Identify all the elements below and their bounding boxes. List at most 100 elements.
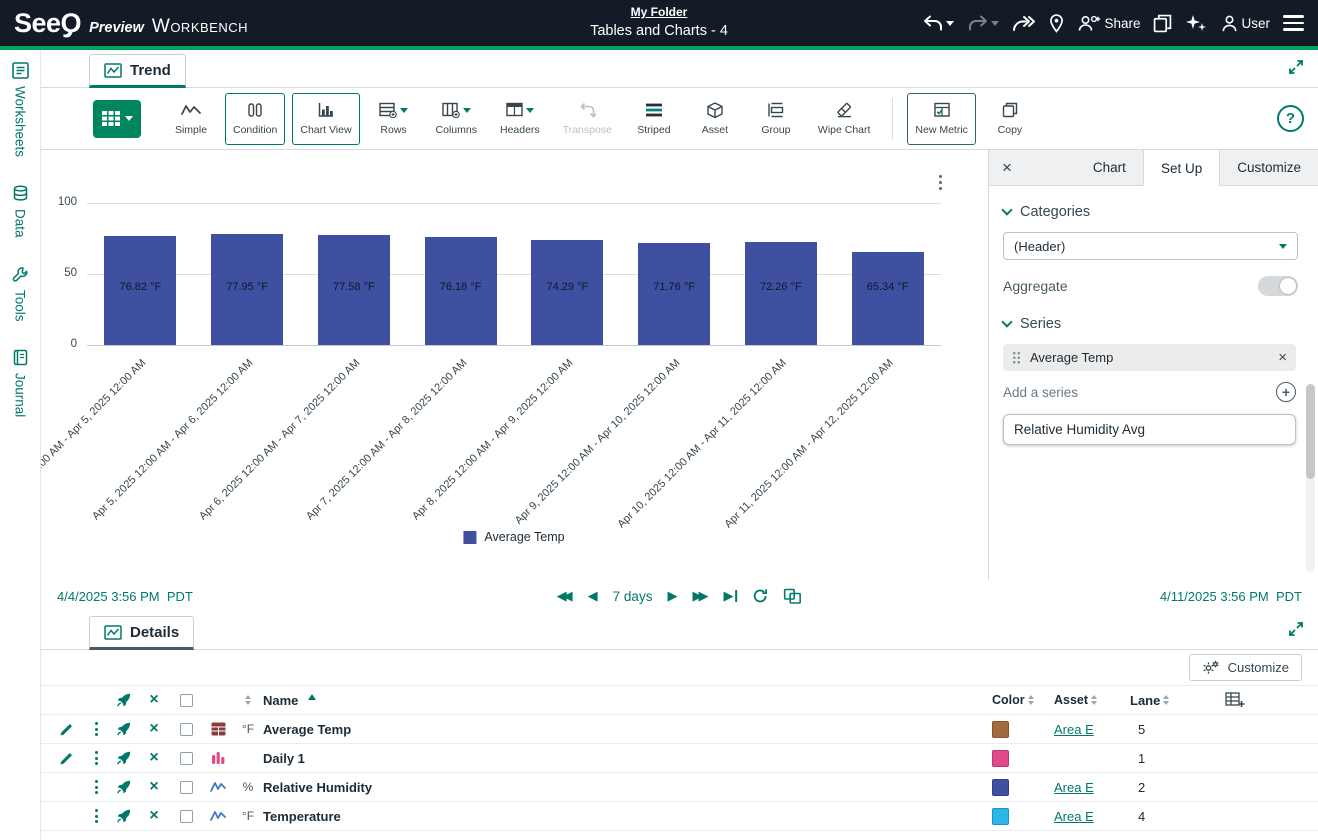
- breadcrumb[interactable]: My Folder: [631, 5, 688, 19]
- select-all-checkbox[interactable]: [169, 694, 203, 707]
- tab-set-up[interactable]: Set Up: [1143, 150, 1220, 186]
- header-select[interactable]: (Header): [1003, 232, 1298, 260]
- toolbar-striped-button[interactable]: Striped: [627, 93, 681, 145]
- column-header-color[interactable]: Color: [992, 693, 1054, 707]
- remove-item-button[interactable]: ×: [139, 749, 169, 767]
- series-section-header[interactable]: Series: [1003, 316, 1304, 332]
- ai-assistant-button[interactable]: [1185, 13, 1207, 33]
- toolbar-chart-view-button[interactable]: Chart View: [292, 93, 359, 145]
- rows-dropdown-caret[interactable]: [400, 108, 408, 113]
- tab-trend[interactable]: Trend: [89, 54, 186, 88]
- fast-forward-button[interactable]: [1012, 15, 1036, 32]
- sort-control[interactable]: [233, 695, 263, 705]
- series-item-average-temp[interactable]: Average Temp ×: [1003, 344, 1296, 371]
- tab-chart[interactable]: Chart: [1076, 150, 1143, 185]
- step-forward-button[interactable]: ▶: [667, 588, 677, 604]
- categories-section-header[interactable]: Categories: [1003, 204, 1304, 220]
- sidebar-item-journal[interactable]: Journal: [12, 349, 29, 417]
- toolbar-copy-button[interactable]: Copy: [983, 93, 1037, 145]
- drag-handle-icon[interactable]: [1012, 351, 1021, 364]
- edit-item-button[interactable]: [49, 722, 83, 737]
- share-button[interactable]: Share: [1077, 14, 1140, 32]
- toolbar-columns-button[interactable]: Columns: [428, 93, 485, 145]
- toolbar-asset-button[interactable]: Asset: [688, 93, 742, 145]
- panel-scrollbar[interactable]: [1306, 384, 1315, 572]
- column-header-lane[interactable]: Lane: [1124, 693, 1180, 708]
- toolbar-new-metric-button[interactable]: New Metric: [907, 93, 976, 145]
- table-mode-button[interactable]: [93, 100, 141, 138]
- color-swatch[interactable]: [992, 721, 1009, 738]
- copy-range-button[interactable]: [783, 588, 802, 604]
- sidebar-item-data[interactable]: Data: [12, 185, 29, 238]
- send-all-button[interactable]: [109, 692, 139, 708]
- worksheet-organizer-button[interactable]: [1153, 14, 1172, 33]
- bar-5[interactable]: [638, 243, 710, 345]
- bar-7[interactable]: [852, 252, 924, 345]
- aggregate-toggle[interactable]: [1258, 276, 1298, 296]
- customize-columns-button[interactable]: Customize: [1189, 654, 1302, 681]
- location-button[interactable]: [1049, 14, 1064, 33]
- color-swatch[interactable]: [992, 808, 1009, 825]
- range-start[interactable]: 4/4/2025 3:56 PM PDT: [57, 589, 193, 604]
- remove-series-button[interactable]: ×: [1278, 349, 1287, 366]
- toolbar-simple-button[interactable]: Simple: [164, 93, 218, 145]
- toolbar-rows-button[interactable]: Rows: [367, 93, 421, 145]
- column-header-name[interactable]: Name: [263, 693, 992, 708]
- bar-6[interactable]: [745, 242, 817, 345]
- sidebar-item-tools[interactable]: Tools: [12, 266, 29, 322]
- undo-button[interactable]: [922, 15, 954, 32]
- hamburger-menu-button[interactable]: [1283, 15, 1304, 31]
- step-back-button[interactable]: ◀: [588, 588, 598, 604]
- item-checkbox[interactable]: [169, 810, 203, 823]
- columns-dropdown-caret[interactable]: [463, 108, 471, 113]
- toolbar-headers-button[interactable]: Headers: [492, 93, 548, 145]
- remove-item-button[interactable]: ×: [139, 778, 169, 796]
- sidebar-item-worksheets[interactable]: Worksheets: [12, 62, 29, 157]
- toolbar-group-button[interactable]: Group: [749, 93, 803, 145]
- send-item-button[interactable]: [109, 808, 139, 824]
- remove-item-button[interactable]: ×: [139, 807, 169, 825]
- color-swatch[interactable]: [992, 750, 1009, 767]
- scrollbar-thumb[interactable]: [1306, 384, 1315, 479]
- range-end[interactable]: 4/11/2025 3:56 PM PDT: [1160, 589, 1302, 604]
- item-menu-button[interactable]: [83, 807, 109, 825]
- asset-link[interactable]: Area E: [1054, 780, 1094, 795]
- send-item-button[interactable]: [109, 779, 139, 795]
- remove-all-button[interactable]: ×: [139, 691, 169, 709]
- add-column-button[interactable]: [1180, 692, 1290, 708]
- color-swatch[interactable]: [992, 779, 1009, 796]
- send-item-button[interactable]: [109, 721, 139, 737]
- send-item-button[interactable]: [109, 750, 139, 766]
- range-duration[interactable]: 7 days: [613, 589, 653, 604]
- chart-legend[interactable]: Average Temp: [463, 530, 564, 544]
- toolbar-condition-button[interactable]: Condition: [225, 93, 285, 145]
- seeq-logo[interactable]: SeeQ Preview Workbench: [14, 8, 248, 39]
- item-checkbox[interactable]: [169, 723, 203, 736]
- edit-item-button[interactable]: [49, 751, 83, 766]
- step-forward-double-button[interactable]: ▶▶: [692, 588, 708, 604]
- headers-dropdown-caret[interactable]: [526, 108, 534, 113]
- maximize-trend-button[interactable]: [1288, 59, 1304, 80]
- item-menu-button[interactable]: [83, 749, 109, 767]
- step-to-end-button[interactable]: ▶: [723, 588, 737, 604]
- user-menu-button[interactable]: User: [1220, 14, 1270, 33]
- remove-item-button[interactable]: ×: [139, 720, 169, 738]
- item-checkbox[interactable]: [169, 781, 203, 794]
- maximize-details-button[interactable]: [1288, 621, 1304, 642]
- undo-dropdown-caret[interactable]: [946, 21, 954, 26]
- tab-customize[interactable]: Customize: [1220, 150, 1318, 185]
- column-header-asset[interactable]: Asset: [1054, 693, 1124, 707]
- tab-details[interactable]: Details: [89, 616, 194, 650]
- item-menu-button[interactable]: [83, 720, 109, 738]
- refresh-button[interactable]: [752, 588, 768, 604]
- redo-button[interactable]: [967, 15, 999, 32]
- page-title[interactable]: Tables and Charts - 4: [590, 23, 728, 39]
- asset-link[interactable]: Area E: [1054, 722, 1094, 737]
- series-search-input[interactable]: [1003, 414, 1296, 445]
- asset-link[interactable]: Area E: [1054, 809, 1094, 824]
- step-back-double-button[interactable]: ◀◀: [557, 588, 573, 604]
- toolbar-wipe-chart-button[interactable]: Wipe Chart: [810, 93, 879, 145]
- item-menu-button[interactable]: [83, 778, 109, 796]
- item-checkbox[interactable]: [169, 752, 203, 765]
- add-series-button[interactable]: +: [1276, 382, 1296, 402]
